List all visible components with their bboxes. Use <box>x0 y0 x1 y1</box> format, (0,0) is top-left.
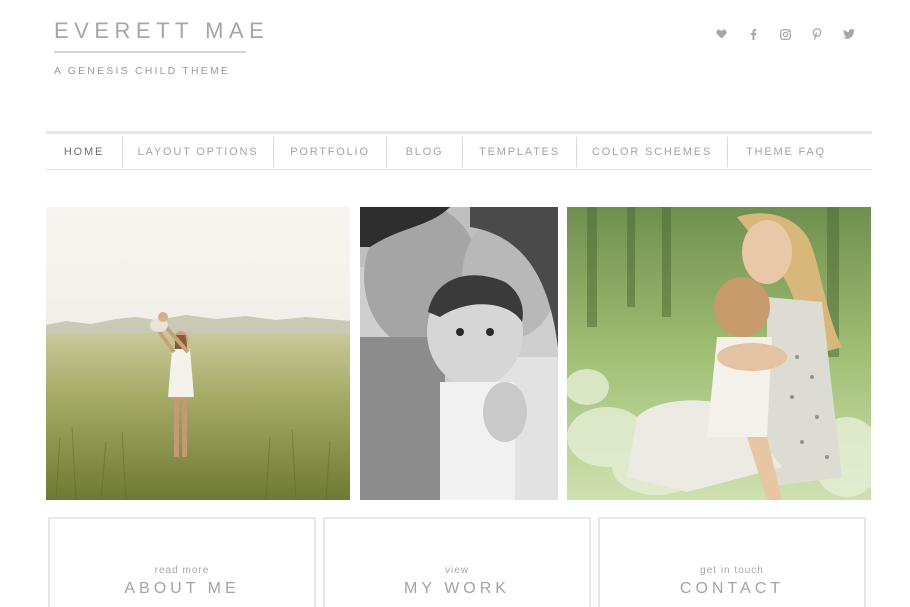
social-icons <box>712 26 858 42</box>
twitter-icon[interactable] <box>840 26 858 42</box>
nav-blog[interactable]: BLOG <box>387 136 463 167</box>
nav-templates[interactable]: TEMPLATES <box>463 136 577 167</box>
contact-box[interactable]: get in touch CONTACT <box>598 517 866 607</box>
my-work-box[interactable]: view MY WORK <box>323 517 591 607</box>
photo-family-bw[interactable] <box>360 207 558 500</box>
primary-nav: HOME LAYOUT OPTIONS PORTFOLIO BLOG TEMPL… <box>46 131 872 170</box>
facebook-icon[interactable] <box>744 26 762 42</box>
my-work-title: MY WORK <box>404 580 510 597</box>
title-underline <box>54 51 246 53</box>
about-me-title: ABOUT ME <box>124 580 240 597</box>
nav-theme-faq[interactable]: THEME FAQ <box>728 137 844 167</box>
nav-home[interactable]: HOME <box>46 136 123 167</box>
heart-icon[interactable] <box>712 26 730 42</box>
photo-mother-ferns[interactable] <box>567 207 871 500</box>
contact-title: CONTACT <box>679 580 785 597</box>
contact-kicker: get in touch <box>700 565 764 576</box>
pinterest-icon[interactable] <box>808 26 826 42</box>
photo-mother-field[interactable] <box>46 207 350 500</box>
nav-layout-options[interactable]: LAYOUT OPTIONS <box>123 136 274 167</box>
site-description: A GENESIS CHILD THEME <box>54 65 231 77</box>
about-me-kicker: read more <box>154 565 210 576</box>
my-work-kicker: view <box>444 565 469 576</box>
nav-color-schemes[interactable]: COLOR SCHEMES <box>577 136 728 167</box>
site-title[interactable]: EVERETT MAE <box>54 18 269 44</box>
nav-portfolio[interactable]: PORTFOLIO <box>274 136 387 167</box>
instagram-icon[interactable] <box>776 26 794 42</box>
about-me-box[interactable]: read more ABOUT ME <box>48 517 316 607</box>
